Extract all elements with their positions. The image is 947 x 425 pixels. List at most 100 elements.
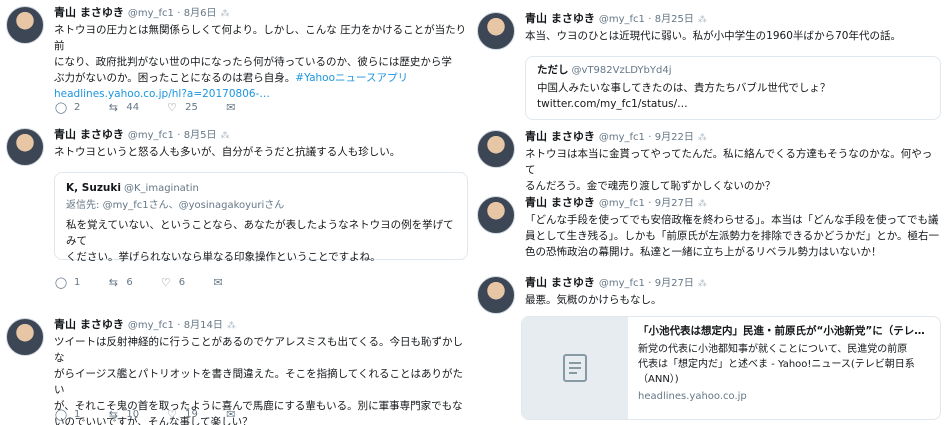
reply-count: 1 xyxy=(74,408,81,420)
author-name[interactable]: 青山 まさゆき xyxy=(525,196,595,209)
vibrate-icon: ⁂ xyxy=(220,9,230,19)
tweet-date[interactable]: 8月14日 xyxy=(184,320,223,331)
tweet-header: 青山 まさゆき @my_fc1 · 9月22日 ⁂ xyxy=(525,130,941,144)
author-name[interactable]: 青山 まさゆき xyxy=(54,6,124,19)
retweet-button[interactable]: ⇆ 6 xyxy=(106,275,133,289)
author-name[interactable]: 青山 まさゆき xyxy=(54,318,124,331)
text-line: 色の恐怖政治の幕開け。私達と一緒に立ち上がるリベラル勢力はいないか！ xyxy=(525,246,882,258)
reply-icon: ◯ xyxy=(54,100,68,114)
envelope-icon: ✉ xyxy=(213,275,223,289)
avatar[interactable] xyxy=(477,276,515,314)
tweet-date[interactable]: 8月6日 xyxy=(184,8,217,19)
dm-button[interactable]: ✉ xyxy=(224,408,244,421)
tweet[interactable]: 青山 まさゆき @my_fc1 · 8月14日 ⁂ ツイートは反射神経的に行うことが… xyxy=(6,318,468,425)
reply-button[interactable]: ◯ 1 xyxy=(54,408,81,421)
text-line: 本当、ウヨのひとは近現代に弱い。私が小中学生の1960半ばから70年代の話。 xyxy=(525,30,901,42)
retweet-button[interactable]: ⇆ 10 xyxy=(106,408,139,421)
document-icon xyxy=(563,354,587,382)
avatar[interactable] xyxy=(6,318,44,356)
reply-button[interactable]: ◯ 2 xyxy=(54,100,81,114)
author-name[interactable]: 青山 まさゆき xyxy=(525,130,595,143)
tweet[interactable]: 青山 まさゆき @my_fc1 · 9月27日 ⁂ 「どんな手段を使ってでも安倍政権… xyxy=(477,196,941,262)
avatar[interactable] xyxy=(6,128,44,166)
author-name[interactable]: 青山 まさゆき xyxy=(525,276,595,289)
tweet[interactable]: 青山 まさゆき @my_fc1 · 8月25日 ⁂ 本当、ウヨのひとは近現代に弱い。… xyxy=(477,12,941,120)
tweet-date[interactable]: 8月5日 xyxy=(184,130,217,141)
avatar[interactable] xyxy=(477,12,515,50)
tweet-text: ネトウヨは本当に金貰ってやってたんだ。私に絡んでくる方達もそうなのかな。何やって… xyxy=(525,146,941,194)
tweet[interactable]: 青山 まさゆき @my_fc1 · 9月22日 ⁂ ネトウヨは本当に金貰ってやってた… xyxy=(477,130,941,192)
dm-button[interactable]: ✉ xyxy=(224,101,244,114)
tweet[interactable]: 青山 まさゆき @my_fc1 · 8月5日 ⁂ ネトウヨというと怒る人も多いが、自… xyxy=(6,128,468,290)
heart-icon: ♡ xyxy=(160,275,171,289)
retweet-icon: ⇆ xyxy=(108,275,118,289)
vibrate-icon: ⁂ xyxy=(697,133,707,143)
retweet-count: 10 xyxy=(126,408,140,420)
quote-link[interactable]: twitter.com/my_fc1/status/… xyxy=(537,96,929,112)
retweet-button[interactable]: ⇆ 44 xyxy=(106,101,139,114)
tweet-date[interactable]: 9月27日 xyxy=(655,278,694,289)
envelope-icon: ✉ xyxy=(226,407,236,421)
link-card[interactable]: 「小池代表は想定内」民進・前原氏が“小池新党”に（テレ… 新党の代表に小池都知事… xyxy=(521,316,941,420)
hashtag-link[interactable]: #Yahooニュースアプリ xyxy=(295,72,408,84)
vibrate-icon: ⁂ xyxy=(697,15,707,25)
reply-count: 1 xyxy=(74,276,81,288)
author-handle[interactable]: @my_fc1 xyxy=(599,14,645,25)
avatar[interactable] xyxy=(477,130,515,168)
text-line: ツイートは反射神経的に行うことがあるのでケアレスミスも出てくる。今日も恥ずかしな xyxy=(54,336,463,364)
author-handle[interactable]: @my_fc1 xyxy=(128,320,174,331)
author-name[interactable]: 青山 まさゆき xyxy=(525,12,595,25)
tweet-date[interactable]: 9月22日 xyxy=(655,132,694,143)
author-handle[interactable]: @my_fc1 xyxy=(599,132,645,143)
text-line: るんだろう。金で魂売り渡して恥ずかしくないのか？ xyxy=(525,180,776,192)
separator: · xyxy=(177,320,181,331)
heart-icon: ♡ xyxy=(167,407,178,421)
tweet-header: 青山 まさゆき @my_fc1 · 8月14日 ⁂ xyxy=(54,318,468,332)
tweet-text: ネトウヨの圧力とは無関係らしくて何より。しかし、こんな 圧力をかけることが当たり… xyxy=(54,22,468,102)
quote-author-handle: @K_imaginatin xyxy=(124,183,199,194)
quoted-tweet[interactable]: ただし @vT982VzLDYbYd4j 中国人みたいな事してきたのは、貴方たちバ… xyxy=(525,56,941,120)
author-name[interactable]: 青山 まさゆき xyxy=(54,128,124,141)
card-desc-line: （ANN）) xyxy=(638,374,679,385)
separator: · xyxy=(648,14,652,25)
text-line: がらイージス艦とパトリオットを書き間違えた。そこを指摘してくれることはありがたい xyxy=(54,368,463,396)
tweet-header: 青山 まさゆき @my_fc1 · 8月5日 ⁂ xyxy=(54,128,468,142)
vibrate-icon: ⁂ xyxy=(226,321,236,331)
tweet-date[interactable]: 9月27日 xyxy=(655,198,694,209)
retweet-count: 44 xyxy=(126,101,140,113)
envelope-icon: ✉ xyxy=(226,100,236,114)
tweet-header: 青山 まさゆき @my_fc1 · 9月27日 ⁂ xyxy=(525,196,941,210)
reply-to-users[interactable]: @my_fc1さん、@yosinagakoyuriさん xyxy=(103,200,285,211)
reply-button[interactable]: ◯ 1 xyxy=(54,275,81,289)
text-line: ネトウヨの圧力とは無関係らしくて何より。しかし、こんな 圧力をかけることが当たり… xyxy=(54,24,467,52)
reply-icon: ◯ xyxy=(54,275,68,289)
author-handle[interactable]: @my_fc1 xyxy=(128,130,174,141)
like-button[interactable]: ♡ 6 xyxy=(159,276,185,289)
text-line: 「どんな手段を使ってでも安倍政権を終わらせる」。本当は「どんな手段を使ってでも議 xyxy=(525,214,939,226)
author-handle[interactable]: @my_fc1 xyxy=(599,198,645,209)
tweet[interactable]: 青山 まさゆき @my_fc1 · 9月27日 ⁂ 最悪。気概のかけらもなし。 「小… xyxy=(477,276,941,422)
like-button[interactable]: ♡ 25 xyxy=(165,101,198,114)
text-line: ネトウヨというと怒る人も多いが、自分がそうだと抗議する人も珍しい。 xyxy=(54,146,401,158)
tweet-text: 最悪。気概のかけらもなし。 xyxy=(525,292,941,308)
tweet-date[interactable]: 8月25日 xyxy=(655,14,694,25)
avatar[interactable] xyxy=(477,196,515,234)
vibrate-icon: ⁂ xyxy=(697,199,707,209)
tweet-text: 本当、ウヨのひとは近現代に弱い。私が小中学生の1960半ばから70年代の話。 xyxy=(525,28,941,44)
avatar[interactable] xyxy=(6,6,44,44)
author-handle[interactable]: @my_fc1 xyxy=(128,8,174,19)
card-desc-line: 新党の代表に小池都知事が就くことについて、民進党の前原 xyxy=(638,344,908,355)
dm-button[interactable]: ✉ xyxy=(211,276,231,289)
separator: · xyxy=(648,278,652,289)
text-line: になり、政府批判がない世の中になったら何が待っているのか、彼らには歴史から学 xyxy=(54,56,452,68)
like-count: 25 xyxy=(185,101,198,113)
tweet[interactable]: 青山 まさゆき @my_fc1 · 8月6日 ⁂ ネトウヨの圧力とは無関係らしくて何… xyxy=(6,6,468,116)
quoted-tweet[interactable]: K, Suzuki @K_imaginatin 返信先: @my_fc1さん、@y… xyxy=(54,172,468,263)
like-button[interactable]: ♡ 19 xyxy=(165,408,198,421)
separator: · xyxy=(177,8,181,19)
tweet-text: ネトウヨというと怒る人も多いが、自分がそうだと抗議する人も珍しい。 xyxy=(54,144,468,160)
like-count: 19 xyxy=(185,408,198,420)
author-handle[interactable]: @my_fc1 xyxy=(599,278,645,289)
quote-text-line: 私を覚えていない、ということなら、あなたが表したようなネトウヨの例を挙げてみて xyxy=(66,219,454,247)
reply-prefix: 返信先: xyxy=(66,200,100,211)
